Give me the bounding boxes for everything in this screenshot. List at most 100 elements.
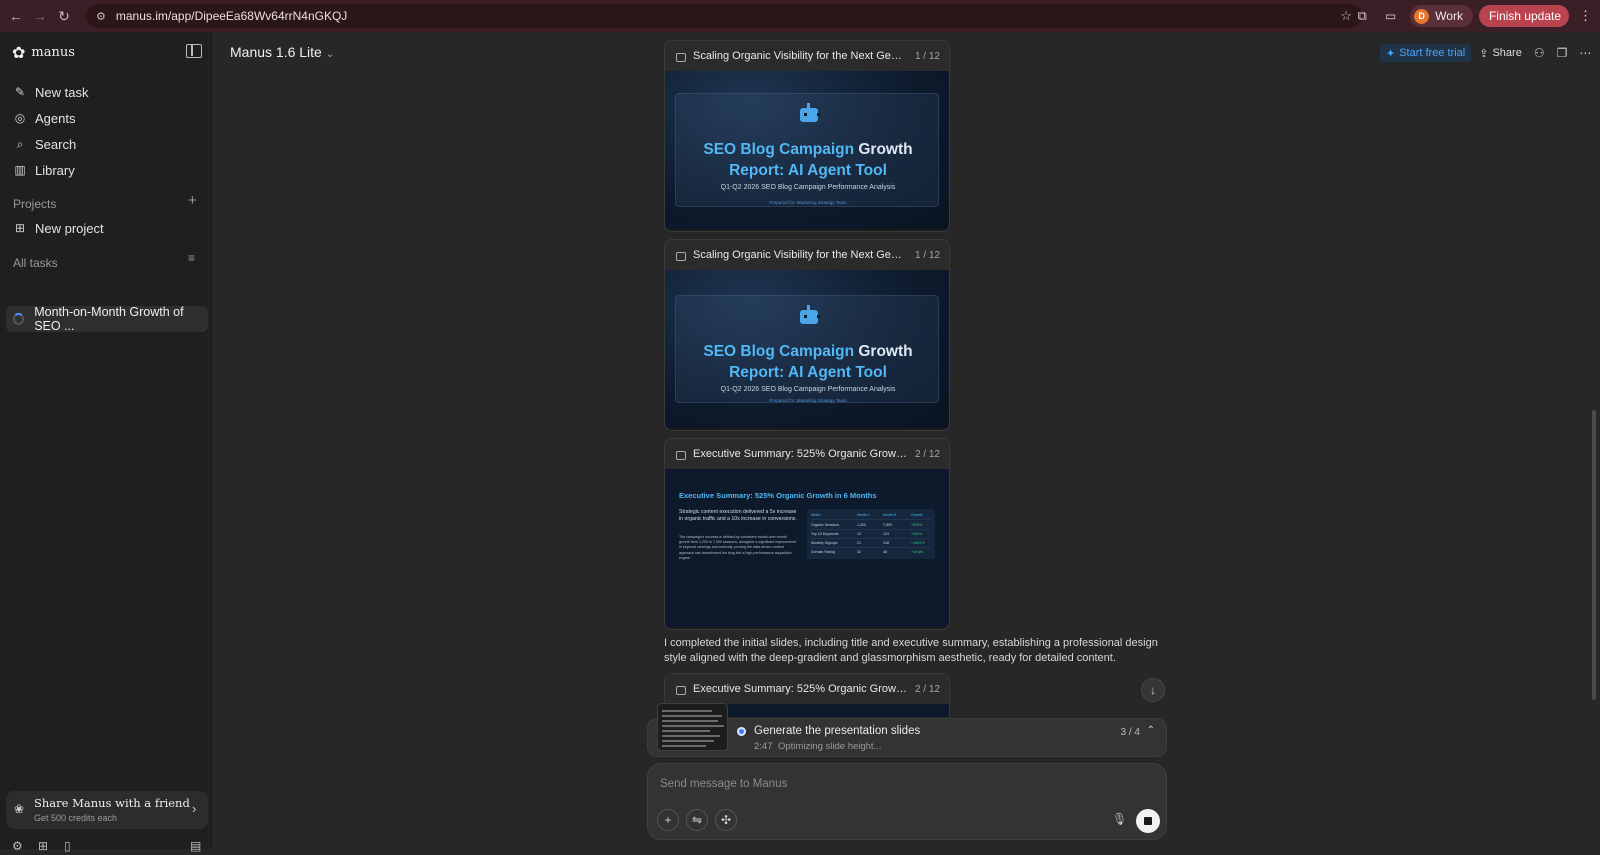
table-header-cell: Metric — [811, 513, 821, 517]
add-project-icon[interactable]: + — [188, 192, 197, 209]
address-bar[interactable]: ⚙ manus.im/app/DipeeEa68Wv64rrN4nGKQJ ☆ — [86, 4, 1362, 28]
sidebar-item-search[interactable]: ⌕ Search — [8, 131, 206, 157]
scroll-to-bottom-button[interactable]: ↓ — [1141, 678, 1165, 702]
sidebar-item-new-project[interactable]: ⊞ New project — [8, 215, 206, 241]
chevron-up-icon[interactable]: ⌃ — [1147, 725, 1155, 736]
slide-footer: Prepared for: Marketing Strategy Team — [769, 398, 847, 403]
folder-plus-icon: ⊞ — [14, 221, 26, 235]
slide-card[interactable]: Scaling Organic Visibility for the Next … — [664, 40, 950, 232]
slide-card[interactable]: Executive Summary: 525% Organic Growth i… — [664, 438, 950, 630]
assistant-message: I completed the initial slides, includin… — [664, 637, 1158, 664]
agents-icon: ◎ — [14, 111, 26, 125]
url-text: manus.im/app/DipeeEa68Wv64rrN4nGKQJ — [115, 9, 348, 23]
slide-file-icon — [676, 251, 686, 261]
slide-page-indicator: 1 / 12 — [914, 50, 940, 62]
start-free-trial-button[interactable]: ✦ Start free trial — [1380, 44, 1472, 62]
slide-card-title: Scaling Organic Visibility for the Next … — [693, 249, 907, 261]
slide-file-icon — [676, 685, 686, 695]
robot-icon — [800, 305, 820, 324]
tab-search-icon[interactable]: ▭ — [1385, 9, 1396, 23]
slide-card-header: Executive Summary: 525% Organic Growth i… — [665, 674, 949, 704]
task-progress-panel[interactable]: Generate the presentation slides 2:47 Op… — [647, 703, 1167, 757]
sidebar-item-label: Agents — [35, 110, 76, 126]
table-header-cell: Month 1 — [857, 513, 870, 517]
slide-card-header: Scaling Organic Visibility for the Next … — [665, 41, 949, 71]
slide-preview: Executive Summary: 525% Organic Growth i… — [665, 469, 949, 627]
connectors-button[interactable]: ⇋ — [686, 809, 708, 831]
manus-logo-icon: ✿ — [12, 43, 26, 62]
sidebar-item-label: Library — [35, 162, 75, 178]
finish-update-button[interactable]: Finish update — [1478, 5, 1569, 27]
more-options-icon[interactable]: ⋯ — [1579, 46, 1591, 60]
mobile-icon[interactable]: ▯ — [64, 839, 71, 853]
table-cell: 248 — [883, 541, 889, 545]
apps-grid-icon[interactable]: ⊞ — [38, 839, 48, 853]
table-header-cell: Growth — [911, 513, 923, 517]
progress-step-count: 3 / 4 — [1120, 727, 1140, 738]
table-header-row: Metric Month 1 Month 6 Growth — [811, 511, 931, 520]
book-icon[interactable]: ▤ — [190, 839, 201, 853]
slide-card-title: Executive Summary: 525% Organic Growth i… — [693, 448, 907, 460]
model-selector[interactable]: Manus 1.6 Lite ⌄ — [230, 44, 334, 60]
filter-icon[interactable]: ≡ — [188, 251, 195, 265]
sparkle-icon: ✦ — [1386, 47, 1396, 60]
table-cell: Top 10 Keywords — [811, 532, 839, 536]
add-collaborator-icon[interactable]: ⚇ — [1534, 46, 1545, 60]
browser-toolbar: ← → ↻ ⚙ manus.im/app/DipeeEa68Wv64rrN4nG… — [0, 0, 1600, 32]
sidebar-item-new-task[interactable]: ✎ New task — [8, 79, 206, 105]
sidebar-item-agents[interactable]: ◎ Agents — [8, 105, 206, 131]
forward-icon[interactable]: → — [28, 4, 52, 28]
browser-menu-icon[interactable]: ⋮ — [1579, 8, 1592, 24]
table-cell: Monthly Signups — [811, 541, 838, 545]
stop-button[interactable] — [1136, 809, 1160, 833]
slide-card[interactable]: Scaling Organic Visibility for the Next … — [664, 239, 950, 431]
bookmark-star-icon[interactable]: ☆ — [1340, 8, 1352, 24]
extensions-icon[interactable]: ⧉ — [1358, 8, 1367, 24]
add-attachment-button[interactable]: + — [657, 809, 679, 831]
arrow-down-icon: ↓ — [1150, 683, 1156, 697]
sidebar-item-library[interactable]: ▥ Library — [8, 157, 206, 183]
sidebar-toggle-icon[interactable] — [186, 44, 202, 58]
slide-title-part: SEO Blog Campaign — [703, 141, 859, 158]
table-row: Organic Sessions 1,200 7,500 +525% — [811, 521, 931, 530]
slide-page-indicator: 2 / 12 — [914, 683, 940, 695]
gift-icon: ❀ — [14, 802, 25, 816]
sidebar-footer: ⚙ ⊞ ▯ ▤ — [12, 839, 204, 855]
share-with-friend-card[interactable]: ❀ Share Manus with a friend Get 500 cred… — [6, 791, 208, 829]
sidebar-item-label: New project — [35, 220, 104, 236]
profile-button[interactable]: D Work — [1410, 5, 1473, 27]
exec-summary-body: The campaign's success is defined by con… — [679, 535, 797, 560]
integrations-button[interactable]: ✣ — [715, 809, 737, 831]
computer-preview-thumbnail[interactable] — [657, 703, 728, 751]
scrollbar[interactable] — [1592, 410, 1596, 700]
profile-label: Work — [1435, 9, 1463, 23]
slide-glass-panel: SEO Blog Campaign Growth Report: AI Agen… — [675, 295, 939, 403]
reload-icon[interactable]: ↻ — [52, 4, 76, 28]
share-button[interactable]: ⇪ Share — [1479, 47, 1522, 60]
exec-summary-lead: Strategic content execution delivered a … — [679, 509, 797, 522]
exec-summary-title: Executive Summary: 525% Organic Growth i… — [679, 491, 877, 500]
plus-icon: + — [664, 813, 672, 827]
files-icon[interactable]: ❐ — [1557, 46, 1568, 60]
projects-heading: Projects — [13, 197, 57, 211]
edit-icon: ✎ — [14, 85, 26, 99]
loading-spinner-icon — [13, 313, 25, 325]
task-item-active[interactable]: Month-on-Month Growth of SEO ... — [6, 305, 208, 333]
slide-title-part: Growth — [858, 141, 913, 158]
header-actions: ✦ Start free trial ⇪ Share ⚇ ❐ ⋯ — [1380, 44, 1591, 62]
message-input[interactable] — [660, 775, 1150, 793]
slide-file-icon — [676, 52, 686, 62]
brand[interactable]: ✿ manus — [12, 43, 75, 62]
progress-step-title: Generate the presentation slides — [754, 725, 921, 737]
table-row: Top 10 Keywords 12 124 +933% — [811, 530, 931, 539]
microphone-icon[interactable]: 🎙 — [1112, 812, 1127, 826]
update-label: Finish update — [1488, 9, 1561, 23]
site-settings-icon[interactable]: ⚙ — [96, 10, 106, 23]
brand-name: manus — [31, 45, 75, 60]
back-icon[interactable]: ← — [4, 4, 28, 28]
settings-icon[interactable]: ⚙ — [12, 839, 23, 853]
trial-label: Start free trial — [1399, 47, 1466, 59]
slide-page-indicator: 2 / 12 — [914, 448, 940, 460]
robot-icon — [800, 103, 820, 122]
model-label: Manus 1.6 Lite — [230, 44, 322, 60]
